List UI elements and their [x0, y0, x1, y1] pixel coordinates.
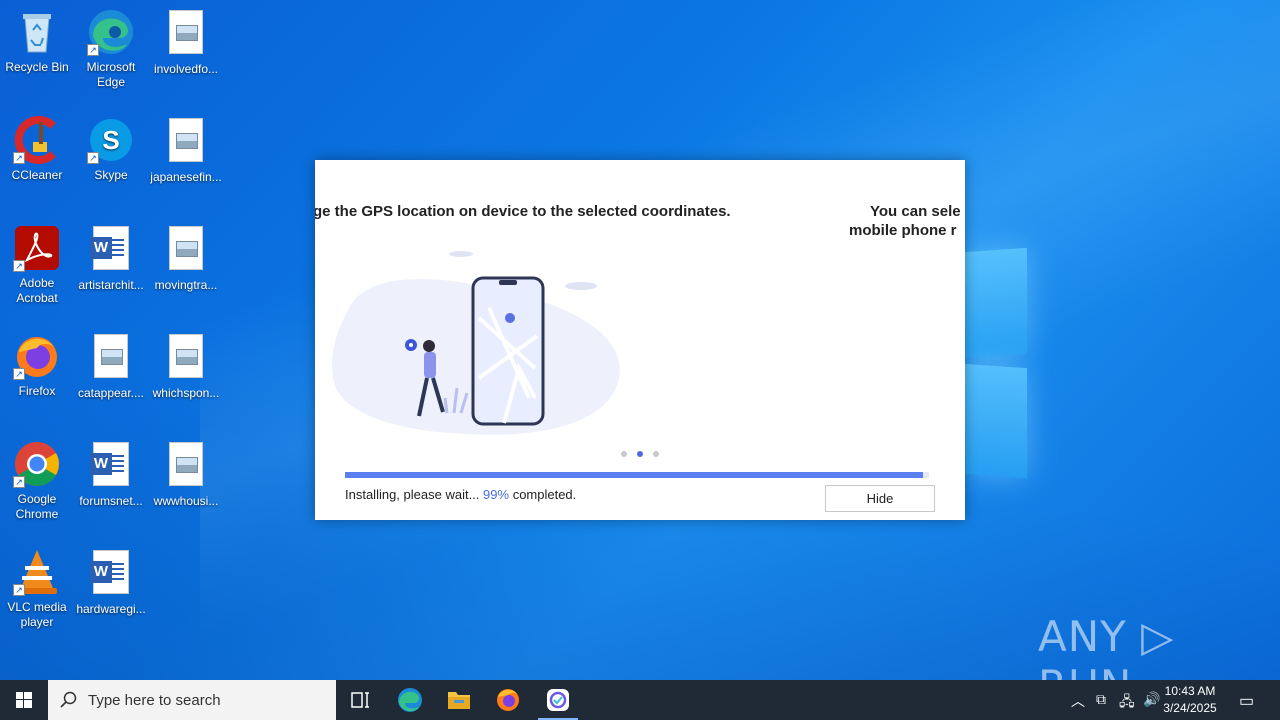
clock-time: 10:43 AM: [1164, 684, 1216, 698]
search-placeholder: Type here to search: [88, 692, 221, 709]
taskbar-installer-app[interactable]: [534, 680, 582, 720]
desktop-icon-label: forumsnet...: [79, 494, 143, 508]
install-progress-fill: [345, 472, 924, 478]
carousel-dot-active[interactable]: [637, 451, 643, 457]
install-status-text: Installing, please wait... 99% completed…: [345, 487, 576, 502]
status-suffix: completed.: [512, 487, 577, 502]
vlc-cone-icon: ↗: [13, 548, 61, 596]
desktop-icon-chrome[interactable]: ↗ Google Chrome: [0, 440, 75, 522]
desktop-icon-acrobat[interactable]: ↗ Adobe Acrobat: [0, 224, 75, 306]
desktop-icon-label: catappear....: [77, 386, 145, 400]
image-file-icon: [169, 334, 203, 378]
taskbar-edge[interactable]: [386, 680, 434, 720]
microsoft-edge-icon: [398, 688, 422, 712]
carousel-next-slide-caption-line1: You can sele: [870, 203, 961, 220]
gps-phone-illustration: [329, 248, 629, 438]
notification-icon[interactable]: ▭: [1239, 691, 1254, 711]
desktop-icon-label: Google Chrome: [15, 492, 59, 521]
wallpaper-logo-pane-bl: [965, 363, 1027, 479]
desktop-icon-label: japanesefin...: [150, 170, 222, 184]
installer-dialog: ge the GPS location on device to the sel…: [315, 160, 965, 520]
system-clock[interactable]: 10:43 AM 3/24/2025: [1158, 683, 1222, 717]
desktop-icon-label: Adobe Acrobat: [16, 276, 58, 305]
task-view-icon: [351, 692, 369, 708]
microsoft-edge-icon: ↗: [87, 8, 135, 56]
taskbar-firefox[interactable]: [484, 680, 532, 720]
desktop-icon-edge[interactable]: ↗ Microsoft Edge: [73, 8, 149, 90]
desktop-icon-label: hardwaregi...: [76, 602, 146, 616]
clock-date: 3/24/2025: [1163, 701, 1217, 715]
desktop-icon-file[interactable]: whichspon...: [148, 332, 224, 401]
device-icon[interactable]: ⧉: [1096, 691, 1106, 708]
firefox-icon: [497, 689, 519, 711]
start-button[interactable]: [0, 680, 48, 720]
windows-logo-icon: [16, 692, 32, 708]
taskbar: Type here to search ︿ ⧉ 🖧 🔊 10:43 AM 3/2…: [0, 680, 1280, 720]
desktop-icon-skype[interactable]: S ↗ Skype: [73, 116, 149, 183]
desktop-icon-file[interactable]: involvedfo...: [148, 8, 224, 77]
desktop-icon-label: CCleaner: [11, 168, 63, 182]
word-document-icon: W: [90, 442, 129, 486]
desktop-icon-label: VLC media player: [7, 600, 67, 629]
folder-icon: [448, 692, 470, 709]
desktop-icon-file[interactable]: japanesefin...: [148, 116, 224, 185]
desktop-icon-label: artistarchit...: [78, 278, 144, 292]
image-file-icon: [169, 226, 203, 270]
desktop-icon-label: Recycle Bin: [5, 60, 69, 74]
word-document-icon: W: [90, 550, 129, 594]
gps-app-icon: [547, 689, 569, 711]
recycle-bin-icon: [13, 8, 61, 56]
carousel-next-slide-caption-line2: mobile phone r: [849, 222, 957, 239]
carousel-slide-caption: ge the GPS location on device to the sel…: [315, 203, 731, 220]
desktop-icon-label: Firefox: [18, 384, 56, 398]
desktop-icon-doc[interactable]: W artistarchit...: [73, 224, 149, 293]
desktop-icon-label: Skype: [94, 168, 128, 182]
hide-button[interactable]: Hide: [825, 485, 935, 512]
status-prefix: Installing, please wait...: [345, 487, 480, 502]
desktop-icon-label: Microsoft Edge: [86, 60, 136, 89]
progress-percent: 99%: [483, 487, 510, 502]
install-progress-bar: [345, 472, 929, 478]
search-icon: [60, 691, 77, 708]
chevron-up-icon[interactable]: ︿: [1071, 691, 1085, 711]
firefox-icon: ↗: [13, 332, 61, 380]
carousel-dot[interactable]: [653, 451, 659, 457]
wallpaper-logo-pane-tl: [965, 247, 1027, 359]
image-file-icon: [169, 442, 203, 486]
adobe-acrobat-icon: ↗: [13, 224, 61, 272]
svg-text:S: S: [102, 125, 119, 155]
desktop-icon-label: wwwhousi...: [153, 494, 219, 508]
desktop-icon-vlc[interactable]: ↗ VLC media player: [0, 548, 75, 630]
desktop-icon-ccleaner[interactable]: ↗ CCleaner: [0, 116, 75, 183]
desktop-icon-label: involvedfo...: [153, 62, 219, 76]
desktop-icon-recycle-bin[interactable]: Recycle Bin: [0, 8, 75, 75]
network-icon[interactable]: 🖧: [1119, 691, 1135, 715]
word-document-icon: W: [90, 226, 129, 270]
taskbar-search-box[interactable]: Type here to search: [48, 680, 336, 720]
desktop-icon-firefox[interactable]: ↗ Firefox: [0, 332, 75, 399]
carousel-pagination[interactable]: [621, 444, 669, 462]
carousel-dot[interactable]: [621, 451, 627, 457]
desktop-icon-doc[interactable]: W forumsnet...: [73, 440, 149, 509]
taskbar-file-explorer[interactable]: [435, 680, 483, 720]
ccleaner-icon: ↗: [13, 116, 61, 164]
desktop-icon-label: movingtra...: [154, 278, 218, 292]
desktop-icon-file[interactable]: wwwhousi...: [148, 440, 224, 509]
image-file-icon: [169, 118, 203, 162]
image-file-icon: [94, 334, 128, 378]
image-file-icon: [169, 10, 203, 54]
desktop-icon-file[interactable]: catappear....: [73, 332, 149, 401]
desktop-icon-file[interactable]: movingtra...: [148, 224, 224, 293]
google-chrome-icon: ↗: [13, 440, 61, 488]
desktop-icon-label: whichspon...: [152, 386, 220, 400]
task-view-button[interactable]: [336, 680, 384, 720]
skype-icon: S ↗: [87, 116, 135, 164]
desktop-icon-doc[interactable]: W hardwaregi...: [73, 548, 149, 617]
